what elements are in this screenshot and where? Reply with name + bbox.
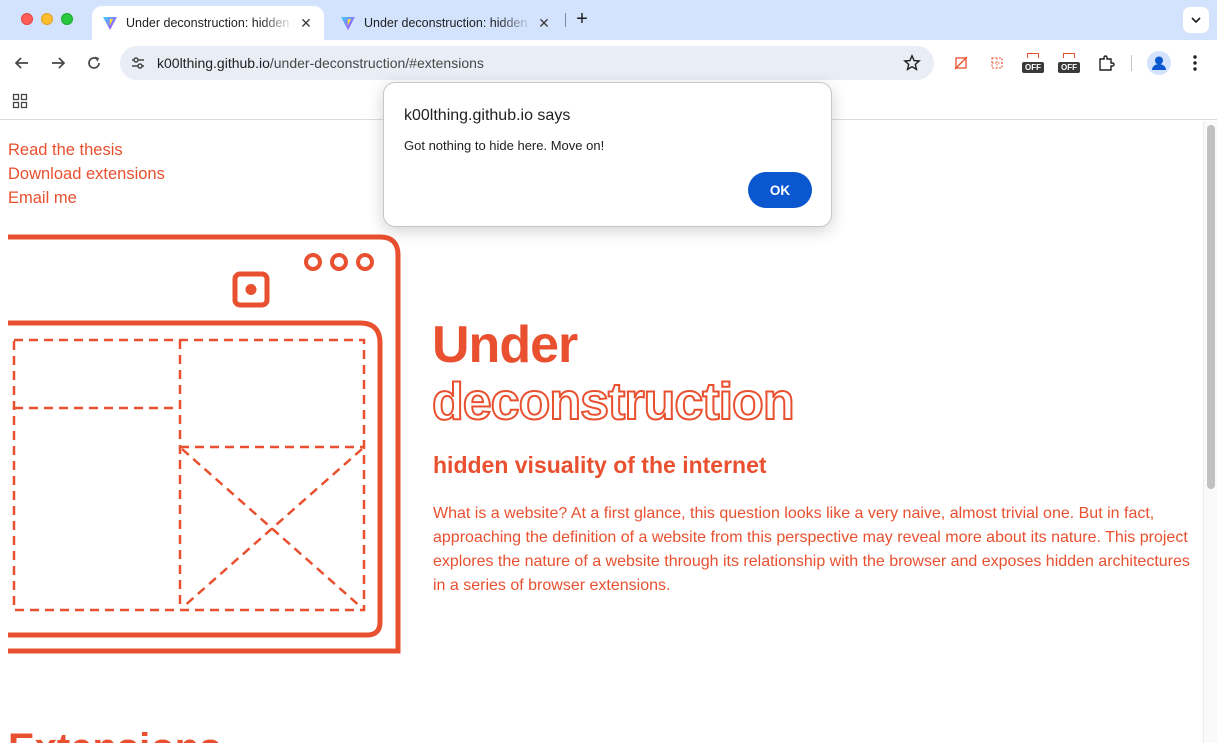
vite-favicon-icon [341, 17, 355, 30]
extensions-heading: Extensions [8, 726, 221, 743]
tab-title: Under deconstruction: hidden visuality o… [364, 16, 532, 30]
ok-button[interactable]: OK [748, 172, 812, 208]
dialog-title: k00lthing.github.io says [404, 107, 571, 124]
download-extensions-link[interactable]: Download extensions [8, 162, 165, 186]
tab-close-icon[interactable]: ✕ [298, 15, 314, 31]
profile-button[interactable] [1147, 51, 1171, 75]
off-badge-label: OFF [1022, 62, 1044, 73]
dialog-message: Got nothing to hide here. Move on! [404, 138, 605, 153]
browser-wireframe-illustration [0, 234, 401, 654]
tab-close-icon[interactable]: ✕ [536, 15, 552, 31]
scrollbar-thumb[interactable] [1207, 125, 1215, 489]
apps-grid-icon[interactable] [12, 93, 28, 109]
hero-subtitle: hidden visuality of the internet [433, 452, 767, 478]
extension-dashed-box-icon [991, 57, 1003, 69]
forward-button[interactable] [47, 52, 69, 74]
vite-favicon-icon [103, 17, 117, 30]
tab-strip: Under deconstruction: hidden visuality o… [0, 0, 1217, 40]
extension-off-button[interactable]: OFF [1021, 51, 1045, 75]
extension-off-badge: OFF [1022, 51, 1044, 75]
hero-title-line2: deconstruction [431, 372, 796, 432]
project-description: What is a website? At a first glance, th… [433, 505, 1190, 594]
tab-active[interactable]: Under deconstruction: hidden visuality o… [92, 6, 324, 40]
email-me-link[interactable]: Email me [8, 186, 165, 210]
page-scrollbar[interactable] [1203, 121, 1217, 743]
forward-arrow-icon [52, 57, 66, 69]
reload-button[interactable] [83, 52, 105, 74]
url-host: k00lthing.github.io [157, 55, 270, 71]
reload-icon [88, 56, 100, 69]
url-text[interactable]: k00lthing.github.io/under-deconstruction… [157, 55, 484, 71]
site-nav: Read the thesis Download extensions Emai… [8, 138, 165, 210]
browser-menu-button[interactable] [1185, 51, 1205, 75]
extension-off-button[interactable]: OFF [1057, 51, 1081, 75]
address-bar[interactable]: k00lthing.github.io/under-deconstruction… [120, 46, 934, 80]
alert-dialog: k00lthing.github.io says Got nothing to … [383, 82, 832, 227]
tab-divider [565, 13, 566, 27]
site-settings-icon[interactable] [129, 54, 147, 72]
bookmark-star-icon[interactable] [903, 54, 921, 72]
back-button[interactable] [11, 52, 33, 74]
new-tab-button[interactable]: + [572, 9, 592, 29]
extension-button[interactable] [949, 51, 973, 75]
chevron-down-icon [1191, 17, 1201, 24]
profile-icon [1152, 56, 1166, 70]
url-path: /under-deconstruction/#extensions [269, 55, 484, 71]
window-maximize-button[interactable] [61, 13, 73, 25]
extension-off-badge: OFF [1058, 51, 1080, 75]
off-badge-label: OFF [1058, 62, 1080, 73]
back-arrow-icon [14, 57, 28, 69]
tab-title: Under deconstruction: hidden visuality o… [126, 16, 294, 30]
browser-toolbar: k00lthing.github.io/under-deconstruction… [0, 40, 1217, 86]
window-close-button[interactable] [21, 13, 33, 25]
tab-search-button[interactable] [1183, 7, 1209, 33]
toolbar-divider [1131, 55, 1132, 71]
extension-slash-icon [954, 56, 968, 70]
tab-inactive[interactable]: Under deconstruction: hidden visuality o… [330, 6, 562, 40]
menu-kebab-icon [1193, 55, 1197, 71]
read-thesis-link[interactable]: Read the thesis [8, 138, 165, 162]
extensions-puzzle-icon [1099, 55, 1115, 71]
hero-title-line1: Under [432, 316, 578, 374]
window-minimize-button[interactable] [41, 13, 53, 25]
extension-button[interactable] [985, 51, 1009, 75]
extensions-menu-button[interactable] [1094, 51, 1118, 75]
